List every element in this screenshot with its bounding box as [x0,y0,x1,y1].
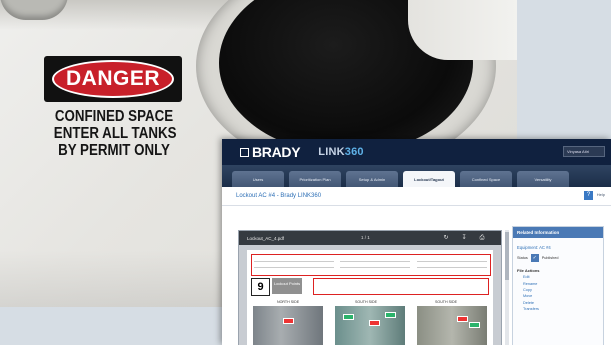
print-icon[interactable]: ⎙ [479,235,485,241]
download-icon[interactable]: ↧ [461,235,467,241]
user-dropdown[interactable]: Vinyasa Atiri [563,146,605,157]
equipment-photo-3 [417,306,487,345]
lockout-tag-marker [283,318,294,324]
pdf-viewer[interactable]: Lockout_AC_4.pdf 1 / 1 ↻ ↧ ⎙ 9 Lockout P… [238,230,502,345]
brand-name: BRADY [252,144,301,160]
viewer-scrollbar[interactable] [505,230,509,345]
viewer-filename: Lockout_AC_4.pdf [247,235,285,241]
danger-sign-header: DANGER [44,56,182,102]
lockout-count: 9 [251,278,270,296]
lockout-tag-marker [469,322,480,328]
danger-label: DANGER [52,60,174,98]
equipment-photo-1 [253,306,323,345]
header-cell [254,263,334,268]
tab-users[interactable]: Users [232,171,284,187]
page-indicator: 1 / 1 [361,235,370,240]
status-value: Published [541,256,559,260]
lockout-tag-marker [343,314,354,320]
product-name: LINK360 [318,146,363,158]
sign-line-3: BY PERMIT ONLY [58,142,170,159]
header-cell [254,257,334,262]
status-row: Status ✓ Published [513,252,603,262]
product-suffix: 360 [344,146,364,158]
product-prefix: LINK [318,146,345,158]
equipment-label: Equipment: AC #4 [517,245,551,250]
sign-line-1: CONFINED SPACE [54,108,174,125]
warning-note [313,278,489,295]
tank-flange [408,0,517,60]
page-title: Lockout AC #4 - Brady LINK360 [236,193,322,199]
lockout-tag-marker [457,316,468,322]
side-label-south-2: SOUTH SIDE [435,300,457,304]
danger-sign-text: CONFINED SPACE ENTER ALL TANKS BY PERMIT… [44,108,184,159]
brady-logo-icon [240,147,249,157]
side-label-south: SOUTH SIDE [355,300,377,304]
lockout-tag-marker [369,320,380,326]
lockout-document: 9 Lockout Points NORTH SIDE SOUTH SIDE S… [247,250,493,345]
tab-setup-admin[interactable]: Setup & Admin [346,171,398,187]
tab-versatility[interactable]: Versatility [517,171,569,187]
header-cell [417,257,487,262]
help-link[interactable]: Help [597,192,605,197]
viewer-scrollbar-thumb[interactable] [505,232,509,280]
sign-line-2: ENTER ALL TANKS [53,125,177,142]
header-cell [340,263,410,268]
brady-logo[interactable]: BRADY [240,144,301,160]
lockout-points-label: Lockout Points [272,278,302,294]
danger-sign: DANGER CONFINED SPACE ENTER ALL TANKS BY… [44,56,184,176]
lockout-tag-marker [385,312,396,318]
header-cell [340,257,410,262]
related-information-panel: Related Information Equipment: AC #4 Sta… [512,226,604,345]
equipment-photo-2 [335,306,405,345]
action-transfers[interactable]: Transfers [513,306,603,312]
side-label-north: NORTH SIDE [277,300,300,304]
rotate-icon[interactable]: ↻ [443,235,449,241]
tab-lockout-tagout[interactable]: Lockout/Tagout [403,171,455,187]
tab-prioritization-plan[interactable]: Prioritization Plan [289,171,341,187]
help-icon[interactable]: ? [584,191,593,200]
main-nav: Users Prioritization Plan Setup & Admin … [222,165,611,187]
file-actions-title: File Actions [517,268,540,273]
page-title-row: Lockout AC #4 - Brady LINK360 ? Help [222,187,611,206]
photo-shading [0,250,230,307]
viewer-toolbar: Lockout_AC_4.pdf 1 / 1 ↻ ↧ ⎙ [239,231,501,245]
status-icon: ✓ [530,254,539,262]
app-header: BRADY LINK360 Vinyasa Atiri [222,139,611,165]
document-header-table [251,254,491,276]
user-name: Vinyasa Atiri [567,149,589,154]
link360-screenshot: BRADY LINK360 Vinyasa Atiri Users Priori… [222,139,611,345]
status-label: Status [517,256,528,260]
related-information-title: Related Information [513,227,603,238]
tab-confined-space[interactable]: Confined Space [460,171,512,187]
header-cell [417,263,487,268]
